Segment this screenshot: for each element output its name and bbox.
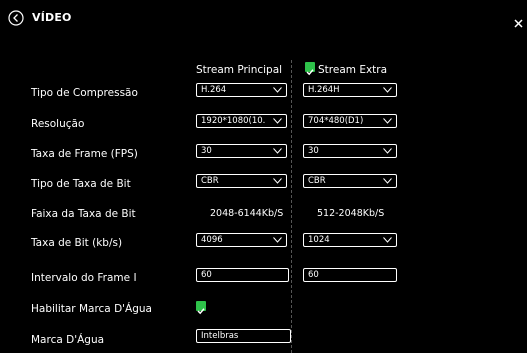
framerate-principal-select[interactable]: 30 xyxy=(196,144,287,158)
bitrate-type-principal-select[interactable]: CBR xyxy=(196,174,287,188)
resolution-label: Resolução xyxy=(31,118,85,130)
watermark-label: Marca D'Água xyxy=(31,334,105,346)
chevron-down-icon xyxy=(273,148,282,154)
check-icon xyxy=(197,308,205,315)
framerate-extra-select[interactable]: 30 xyxy=(303,144,397,158)
chevron-down-icon xyxy=(383,118,392,124)
chevron-down-icon xyxy=(383,87,392,93)
column-divider xyxy=(291,60,292,353)
compression-extra-select[interactable]: H.264H xyxy=(303,83,397,97)
check-icon xyxy=(306,69,314,76)
page-title: VÍDEO xyxy=(32,11,72,24)
watermark-enable-checkbox[interactable] xyxy=(196,301,206,315)
bitrate-type-extra-select[interactable]: CBR xyxy=(303,174,397,188)
bitrate-label: Taxa de Bit (kb/s) xyxy=(31,237,123,249)
chevron-down-icon xyxy=(383,148,392,154)
back-icon[interactable] xyxy=(8,10,24,26)
resolution-extra-select[interactable]: 704*480(D1) xyxy=(303,114,397,128)
chevron-down-icon xyxy=(383,178,392,184)
iframe-interval-principal-input[interactable]: 60 xyxy=(196,268,289,282)
chevron-down-icon xyxy=(273,237,282,243)
bitrate-principal-select[interactable]: 4096 xyxy=(196,233,287,247)
iframe-interval-label: Intervalo do Frame I xyxy=(31,272,137,284)
framerate-label: Taxa de Frame (FPS) xyxy=(31,148,138,160)
chevron-down-icon xyxy=(383,237,392,243)
chevron-down-icon xyxy=(273,87,282,93)
compression-principal-select[interactable]: H.264 xyxy=(196,83,287,97)
chevron-down-icon xyxy=(273,178,282,184)
compression-label: Tipo de Compressão xyxy=(31,87,138,99)
resolution-principal-select[interactable]: 1920*1080(10... xyxy=(196,114,287,128)
chevron-down-icon xyxy=(273,118,282,124)
bitrate-range-label: Faixa da Taxa de Bit xyxy=(31,208,136,220)
watermark-text-input[interactable]: Intelbras xyxy=(196,329,291,343)
bitrate-range-extra: 512-2048Kb/S xyxy=(317,208,385,219)
column-header-extra: Stream Extra xyxy=(318,64,388,76)
bitrate-range-principal: 2048-6144Kb/S xyxy=(210,208,284,219)
bitrate-type-label: Tipo de Taxa de Bit xyxy=(31,178,131,190)
close-icon[interactable] xyxy=(514,13,523,28)
watermark-enable-label: Habilitar Marca D'Água xyxy=(31,303,152,315)
bitrate-extra-select[interactable]: 1024 xyxy=(303,233,397,247)
iframe-interval-extra-input[interactable]: 60 xyxy=(303,268,397,282)
stream-extra-checkbox[interactable] xyxy=(305,62,315,76)
column-header-principal: Stream Principal xyxy=(196,64,283,76)
